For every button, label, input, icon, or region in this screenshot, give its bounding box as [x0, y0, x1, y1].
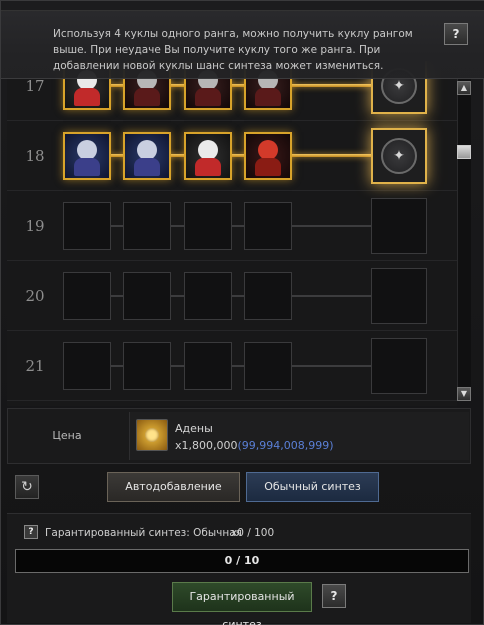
- synthesis-row: 18: [7, 121, 457, 191]
- synthesis-emblem-icon: [381, 138, 417, 174]
- scrollbar-track[interactable]: [457, 79, 471, 401]
- doll-slot[interactable]: [244, 202, 292, 250]
- row-number: 21: [25, 357, 45, 375]
- result-slot[interactable]: [371, 338, 427, 394]
- guaranteed-synthesis-button[interactable]: Гарантированный синтез: [172, 582, 312, 625]
- currency-name: Адены: [175, 422, 213, 435]
- synthesis-row: 19: [7, 191, 457, 261]
- doll-slot[interactable]: [244, 272, 292, 320]
- doll-slot[interactable]: [184, 202, 232, 250]
- synthesis-grid: 17 18 19 20: [7, 61, 457, 406]
- info-icon[interactable]: ?: [24, 525, 38, 539]
- row-number: 19: [25, 217, 45, 235]
- row-number: 20: [25, 287, 45, 305]
- doll-slot[interactable]: [184, 272, 232, 320]
- synthesis-row: 21: [7, 331, 457, 401]
- doll-slot[interactable]: [244, 132, 292, 180]
- doll-slot[interactable]: [63, 132, 111, 180]
- guarantee-progress-bar: 0 / 10: [15, 549, 469, 573]
- scroll-up-icon[interactable]: ▲: [457, 81, 471, 95]
- synthesis-row: 20: [7, 261, 457, 331]
- result-slot[interactable]: [371, 198, 427, 254]
- auto-add-button[interactable]: Автодобавление: [107, 472, 240, 502]
- price-panel: Цена Адены x1,800,000(99,994,008,999): [7, 408, 471, 464]
- help-book-icon[interactable]: ?: [444, 23, 468, 45]
- result-slot[interactable]: [371, 268, 427, 324]
- help-book-icon[interactable]: ?: [322, 584, 346, 608]
- doll-slot[interactable]: [123, 272, 171, 320]
- doll-slot[interactable]: [63, 272, 111, 320]
- tooltip-header-bar: [1, 1, 484, 11]
- price-cost: x1,800,000: [175, 439, 238, 452]
- result-slot[interactable]: [371, 128, 427, 184]
- owned-amount: (99,994,008,999): [237, 439, 334, 452]
- guaranteed-label: Гарантированный синтез: Обычная: [45, 527, 242, 539]
- scroll-down-icon[interactable]: ▼: [457, 387, 471, 401]
- doll-slot[interactable]: [184, 342, 232, 390]
- price-amount: x1,800,000(99,994,008,999): [175, 439, 334, 452]
- info-tooltip: Используя 4 куклы одного ранга, можно по…: [1, 1, 484, 79]
- doll-slot[interactable]: [244, 342, 292, 390]
- price-label: Цена: [52, 429, 82, 442]
- scrollbar-thumb[interactable]: [457, 145, 471, 159]
- doll-synthesis-window: 17 18 19 20: [0, 0, 484, 625]
- tooltip-text: Используя 4 куклы одного ранга, можно по…: [53, 28, 413, 72]
- guaranteed-count: x0 / 100: [231, 527, 275, 539]
- refresh-icon[interactable]: ↻: [15, 475, 39, 499]
- progress-text: 0 / 10: [224, 554, 260, 567]
- doll-slot[interactable]: [123, 342, 171, 390]
- adena-coin-icon: [136, 419, 168, 451]
- doll-slot[interactable]: [184, 132, 232, 180]
- normal-synthesis-button[interactable]: Обычный синтез: [246, 472, 379, 502]
- doll-slot[interactable]: [123, 202, 171, 250]
- doll-slot[interactable]: [63, 202, 111, 250]
- doll-slot[interactable]: [123, 132, 171, 180]
- row-number: 18: [25, 147, 45, 165]
- doll-slot[interactable]: [63, 342, 111, 390]
- price-box: Адены x1,800,000(99,994,008,999): [129, 412, 469, 460]
